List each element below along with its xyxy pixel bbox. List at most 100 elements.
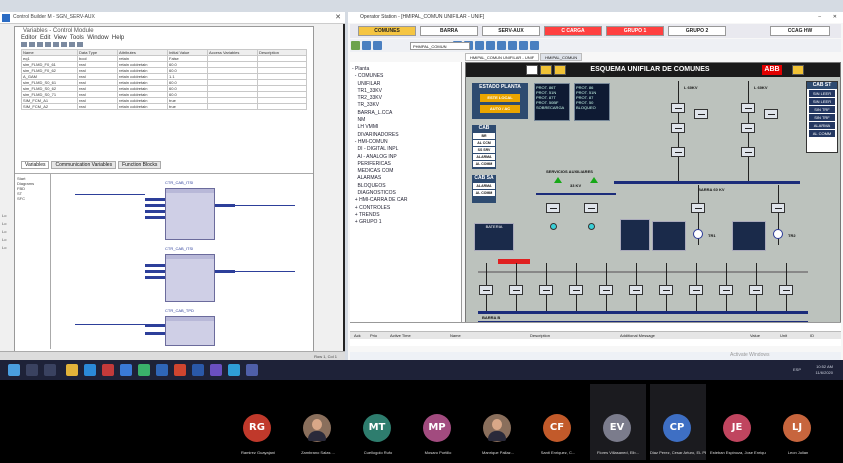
nav-button-serv-aux[interactable]: SERV-AUX	[482, 26, 540, 36]
start-icon[interactable]	[8, 364, 20, 376]
participant-tile[interactable]: JE Esteban Espinoza, Jose Enrique, EL...	[710, 384, 766, 460]
tree-item[interactable]: AI - ANALOG INP	[352, 154, 459, 161]
menu-item[interactable]: Window	[87, 35, 108, 41]
panel-item[interactable]: SS SRV	[473, 147, 495, 153]
table-cell[interactable]: SIM_FCM_A2	[21, 103, 78, 110]
alarm-col[interactable]: Prio	[370, 332, 377, 340]
nav-button-barra[interactable]: BARRA	[420, 26, 478, 36]
estado-item[interactable]: AUTO / AC	[480, 105, 520, 113]
menu-item[interactable]: Edit	[40, 35, 50, 41]
alarm-icon[interactable]	[485, 41, 495, 50]
tr2-transformer-icon[interactable]	[773, 229, 783, 239]
app-icon[interactable]	[138, 364, 150, 376]
menu-item[interactable]: Editor	[21, 35, 37, 41]
tree-item[interactable]: BARRA_L.CCA	[352, 110, 459, 117]
nav-button-grupo-1[interactable]: GRUPO 1	[606, 26, 664, 36]
feeder-breaker[interactable]	[509, 285, 523, 295]
folder-icon[interactable]	[496, 41, 506, 50]
pane-item[interactable]: SFC	[17, 196, 48, 201]
participant-tile[interactable]: Zambrano Salas ...	[290, 384, 346, 460]
tree-item[interactable]: BLOQUEOS	[352, 183, 459, 190]
cab-st-item[interactable]: ALARMA	[809, 122, 835, 129]
up-icon[interactable]	[540, 65, 552, 75]
alarm-col[interactable]: Description	[530, 332, 550, 340]
feeder-breaker[interactable]	[479, 285, 493, 295]
alarm-col[interactable]: Name	[450, 332, 461, 340]
feeder-breaker[interactable]	[659, 285, 673, 295]
table-cell[interactable]: real	[77, 103, 118, 110]
tree-item[interactable]: + CONTROLES	[352, 205, 459, 212]
tree-item[interactable]: DI - DIGITAL INPL	[352, 146, 459, 153]
table-cell[interactable]: true	[167, 103, 208, 110]
feeder-switch[interactable]	[584, 203, 598, 213]
table-cell[interactable]	[257, 103, 307, 110]
participant-tile[interactable]: MT Cuellogolo Rufo	[350, 384, 406, 460]
check-icon[interactable]	[69, 42, 75, 47]
tree-item[interactable]: TR_33KV	[352, 102, 459, 109]
task-view-icon[interactable]	[44, 364, 56, 376]
menu-item[interactable]: Help	[112, 35, 124, 41]
feeder-breaker[interactable]	[779, 285, 793, 295]
app-icon[interactable]	[228, 364, 240, 376]
save-icon[interactable]	[21, 42, 27, 47]
alarm-col[interactable]: Additional Message	[620, 332, 655, 340]
app-icon[interactable]	[156, 364, 168, 376]
tree-item[interactable]: TR2_33KV	[352, 95, 459, 102]
feeder-breaker[interactable]	[689, 285, 703, 295]
function-block[interactable]	[165, 188, 215, 240]
tab-variables[interactable]: Variables	[21, 161, 50, 169]
app-icon[interactable]	[246, 364, 258, 376]
tree-item[interactable]: + TRENDS	[352, 212, 459, 219]
app-icon[interactable]	[120, 364, 132, 376]
forward-icon[interactable]	[373, 41, 382, 50]
settings-icon[interactable]	[507, 41, 517, 50]
system-tray[interactable]: 10:52 AM 11/6/2020	[816, 364, 834, 376]
alarm-col[interactable]: Value	[750, 332, 760, 340]
tree-item[interactable]: UNIFILAR	[352, 81, 459, 88]
alarm-col[interactable]: Active Time	[390, 332, 411, 340]
tree-item[interactable]: - Planta	[352, 66, 459, 73]
tree-item[interactable]: LH VMMI	[352, 124, 459, 131]
zoom-icon[interactable]	[77, 42, 83, 47]
tree-item[interactable]: DIAGNOSTICOS	[352, 190, 459, 197]
ground-switch[interactable]	[694, 109, 708, 119]
tr1-transformer-icon[interactable]	[693, 229, 703, 239]
search-icon[interactable]	[26, 364, 38, 376]
tree-item[interactable]: ALARMAS	[352, 175, 459, 182]
horizontal-scrollbar[interactable]: Row 1, Col 1	[0, 351, 345, 360]
paste-icon[interactable]	[45, 42, 51, 47]
participant-tile[interactable]: LJ Leon Julian	[770, 384, 826, 460]
tray-language[interactable]: ESP	[793, 367, 801, 372]
close-icon[interactable]: ✕	[335, 13, 341, 21]
disconnector-switch[interactable]	[741, 103, 755, 113]
copy-icon[interactable]	[37, 42, 43, 47]
disconnector-switch[interactable]	[671, 103, 685, 113]
view-icon[interactable]	[526, 65, 538, 75]
table-row[interactable]: SIM_FCM_A2 real retain coldretain true	[21, 103, 307, 110]
cab-st-item[interactable]: SIN LEER	[809, 90, 835, 97]
cab-st-item[interactable]: SIN TRF	[809, 106, 835, 113]
menu-item[interactable]: View	[54, 35, 67, 41]
minimize-icon[interactable]: –	[818, 12, 821, 23]
alarm-col[interactable]: Ack	[354, 332, 361, 340]
participant-tile[interactable]: Manrique Pallaz...	[470, 384, 526, 460]
explorer-icon[interactable]	[66, 364, 78, 376]
tree-item[interactable]: - COMUNES	[352, 73, 459, 80]
undo-icon[interactable]	[53, 42, 59, 47]
participant-tile[interactable]: MP Mosaro Portillo	[410, 384, 466, 460]
feeder-breaker[interactable]	[719, 285, 733, 295]
app-icon[interactable]	[174, 364, 186, 376]
panel-item[interactable]: BR	[473, 133, 495, 139]
feeder-breaker[interactable]	[539, 285, 553, 295]
tr2-switch[interactable]	[771, 203, 785, 213]
panel-item[interactable]: AL COMM	[473, 161, 495, 167]
participant-tile[interactable]: CF Santi Enriquez, C...	[530, 384, 586, 460]
participant-tile[interactable]: CP Diaz Perez, Cesar Arturo, EL PERU	[650, 384, 706, 460]
tree-item[interactable]: TR1_33KV	[352, 88, 459, 95]
yellow-icon[interactable]	[792, 65, 804, 75]
panel-item[interactable]: ALARMA	[473, 183, 495, 189]
feeder-switch[interactable]	[546, 203, 560, 213]
feeder-breaker[interactable]	[599, 285, 613, 295]
tree-item[interactable]: + GRUPO 1	[352, 219, 459, 226]
app-icon[interactable]	[102, 364, 114, 376]
